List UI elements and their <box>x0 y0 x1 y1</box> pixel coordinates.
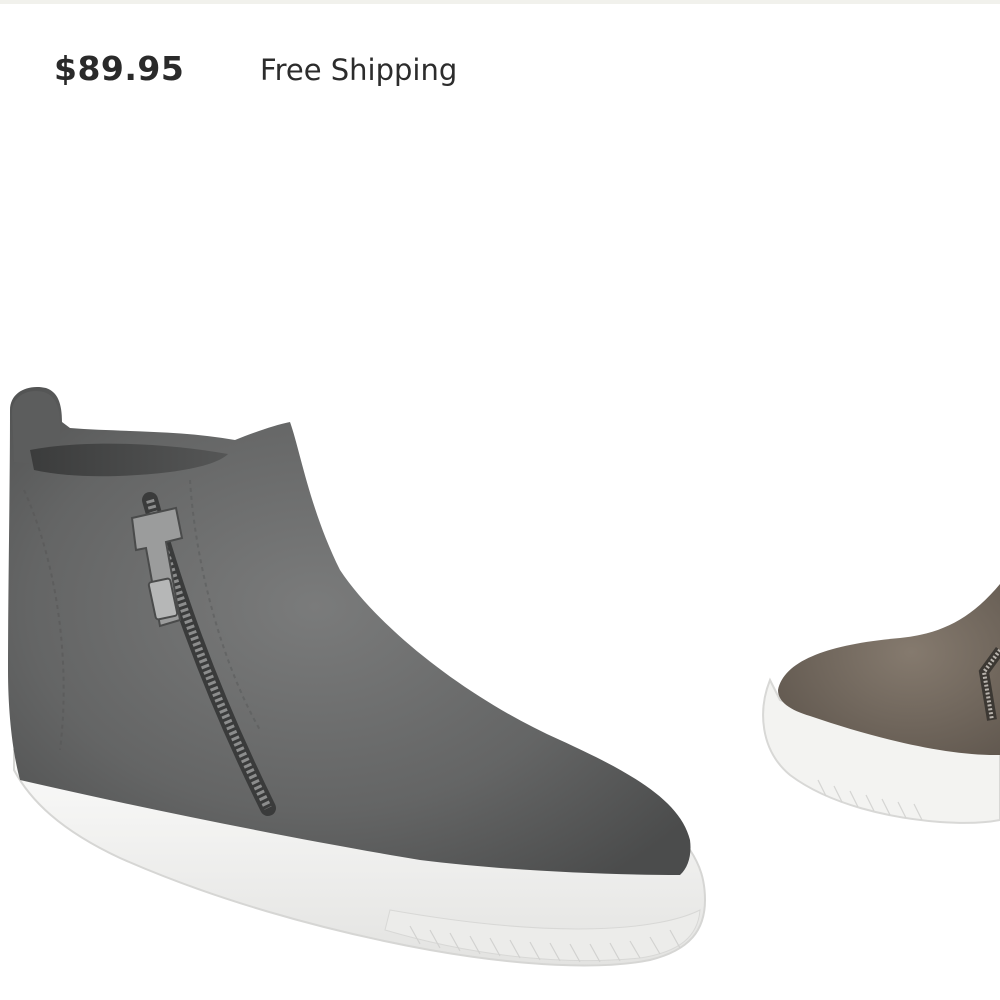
product-image-next[interactable] <box>700 560 1000 1000</box>
free-shipping-label: Free Shipping <box>260 53 458 87</box>
product-image-main[interactable] <box>0 370 720 1000</box>
price-row: $89.95 Free Shipping <box>0 0 1000 150</box>
product-image-carousel[interactable] <box>0 150 1000 1000</box>
product-price: $89.95 <box>54 49 185 88</box>
